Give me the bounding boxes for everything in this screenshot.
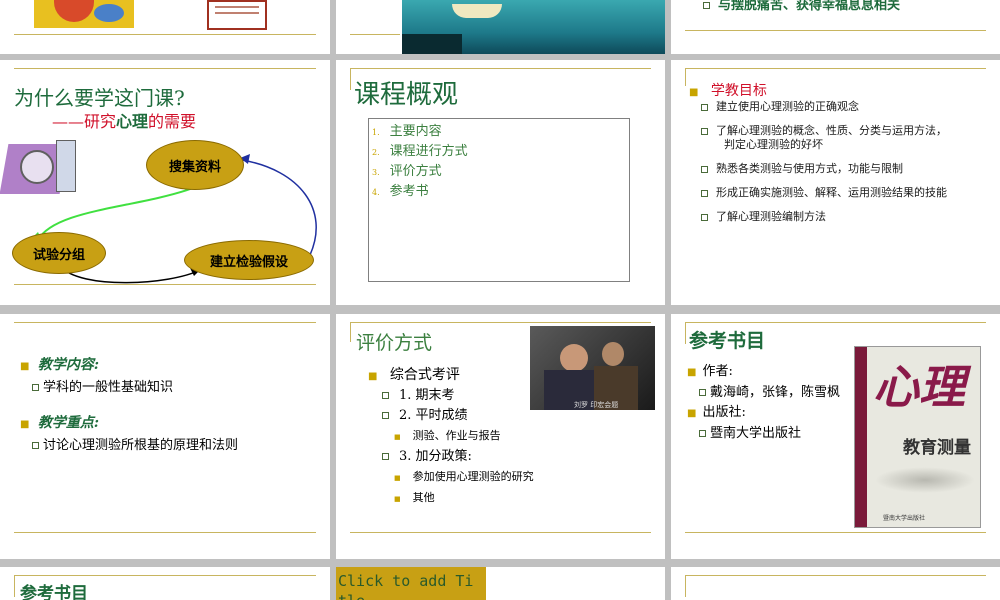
list-item: ■ 测验、作业与报告 [394,429,501,442]
slide-thumb-15[interactable] [671,567,1000,600]
list-item: 1. 期末考 [382,386,534,406]
author-label: 作者: [702,364,733,379]
list-item: 1. 主要内容 [372,124,442,139]
title-placeholder[interactable]: Click to add Ti tle [336,567,486,600]
page-title: 课程概观 [354,80,459,110]
publisher-label: 出版社: [702,405,746,420]
list-item: 4. 参考书 [372,184,429,199]
lake-photo [402,0,665,54]
list-item: 3. 加分政策: [382,447,534,467]
slide-image-1 [34,0,134,28]
list-item: 熟悉各类测验与使用方式，功能与限制 [701,162,947,176]
bullet-icon: ■ [20,361,30,372]
list-item: ■ 其他 [394,491,435,504]
node-experiment-group: 试验分组 [12,232,106,274]
bullet-icon: ■ [687,408,697,419]
slide-teaching-content[interactable]: ■ 教学内容: 学科的一般性基础知识 ■ 教学重点: 讨论心理测验所根基的原理和… [0,314,330,559]
slide-course-overview[interactable]: 课程概观 1. 主要内容 2. 课程进行方式 3. 评价方式 4. 参考书 [336,60,665,305]
slide-thumb-13[interactable]: 参考书目 [0,567,330,600]
slide-references[interactable]: 参考书目 ■ 作者: 戴海崎，张锋，陈雪枫 ■ 出版社: 暨南大学出版社 心理 教育… [671,314,1000,559]
author-names: 戴海崎，张锋，陈雪枫 [710,385,841,400]
section-heading: 学教目标 [710,83,767,99]
list-item: 判定心理测验的好坏 [724,138,823,151]
bullet-icon: ■ [368,371,378,382]
bullet-icon: ■ [20,419,30,430]
list-item: 学科的一般性基础知识 [32,376,173,395]
slide-thumb-1[interactable] [0,0,330,54]
list-item: 了解心理测验编制方法 [701,210,947,224]
slide-teaching-goals[interactable]: ■ 学教目标 建立使用心理测验的正确观念 了解心理测验的概念、性质、分类与运用方… [671,60,1000,305]
content-heading: 教学内容: [37,357,100,373]
node-collect-data: 搜集资料 [146,140,244,190]
focus-heading: 教学重点: [37,415,100,431]
slide-evaluation[interactable]: 评价方式 刘罗 印宏会题 ■ 综合式考评 1. 期末考 2. 平时成绩 ■ 测验、… [336,314,665,559]
drama-photo: 刘罗 印宏会题 [530,326,655,410]
main-item: 综合式考评 [389,367,460,383]
list-item: 2. 平时成绩 [382,406,534,426]
list-item: 了解心理测验的概念、性质、分类与运用方法， [701,124,947,138]
page-title: 评价方式 [356,332,433,354]
overview-list: 1. 主要内容 2. 课程进行方式 3. 评价方式 4. 参考书 [372,120,468,200]
slide-thumb-14[interactable]: Click to add Ti tle [336,567,665,600]
list-item: 形成正确实施测验、解释、运用测验结果的技能 [701,186,947,200]
book-cover: 心理 教育测量 暨南大学出版社 [854,346,981,528]
list-item: 建立使用心理测验的正确观念 [701,100,947,114]
node-hypothesis: 建立检验假设 [184,240,314,280]
list-item: 讨论心理测验所根基的原理和法则 [32,434,238,453]
slide-thumb-3[interactable]: 与摆脱痛苦、获得幸福息息相关 [671,0,1000,54]
list-item: 2. 课程进行方式 [372,144,468,159]
slide-image-2 [207,0,267,30]
bullet-icon: ■ [689,87,699,98]
bullet-square-icon [703,2,710,9]
list-item: ■ 参加使用心理测验的研究 [394,470,534,483]
page-title: 参考书目 [689,330,766,352]
slide-why-study[interactable]: 为什么要学这门课? ——研究心理的需要 搜集资料 试验分组 建立检验假设 [0,60,330,305]
bullet-icon: ■ [687,367,697,378]
slide-thumb-2[interactable] [336,0,665,54]
slide3-text: 与摆脱痛苦、获得幸福息息相关 [718,0,901,13]
publisher-name: 暨南大学出版社 [710,426,802,441]
list-item: 3. 评价方式 [372,164,442,179]
page-title: 参考书目 [20,584,88,600]
